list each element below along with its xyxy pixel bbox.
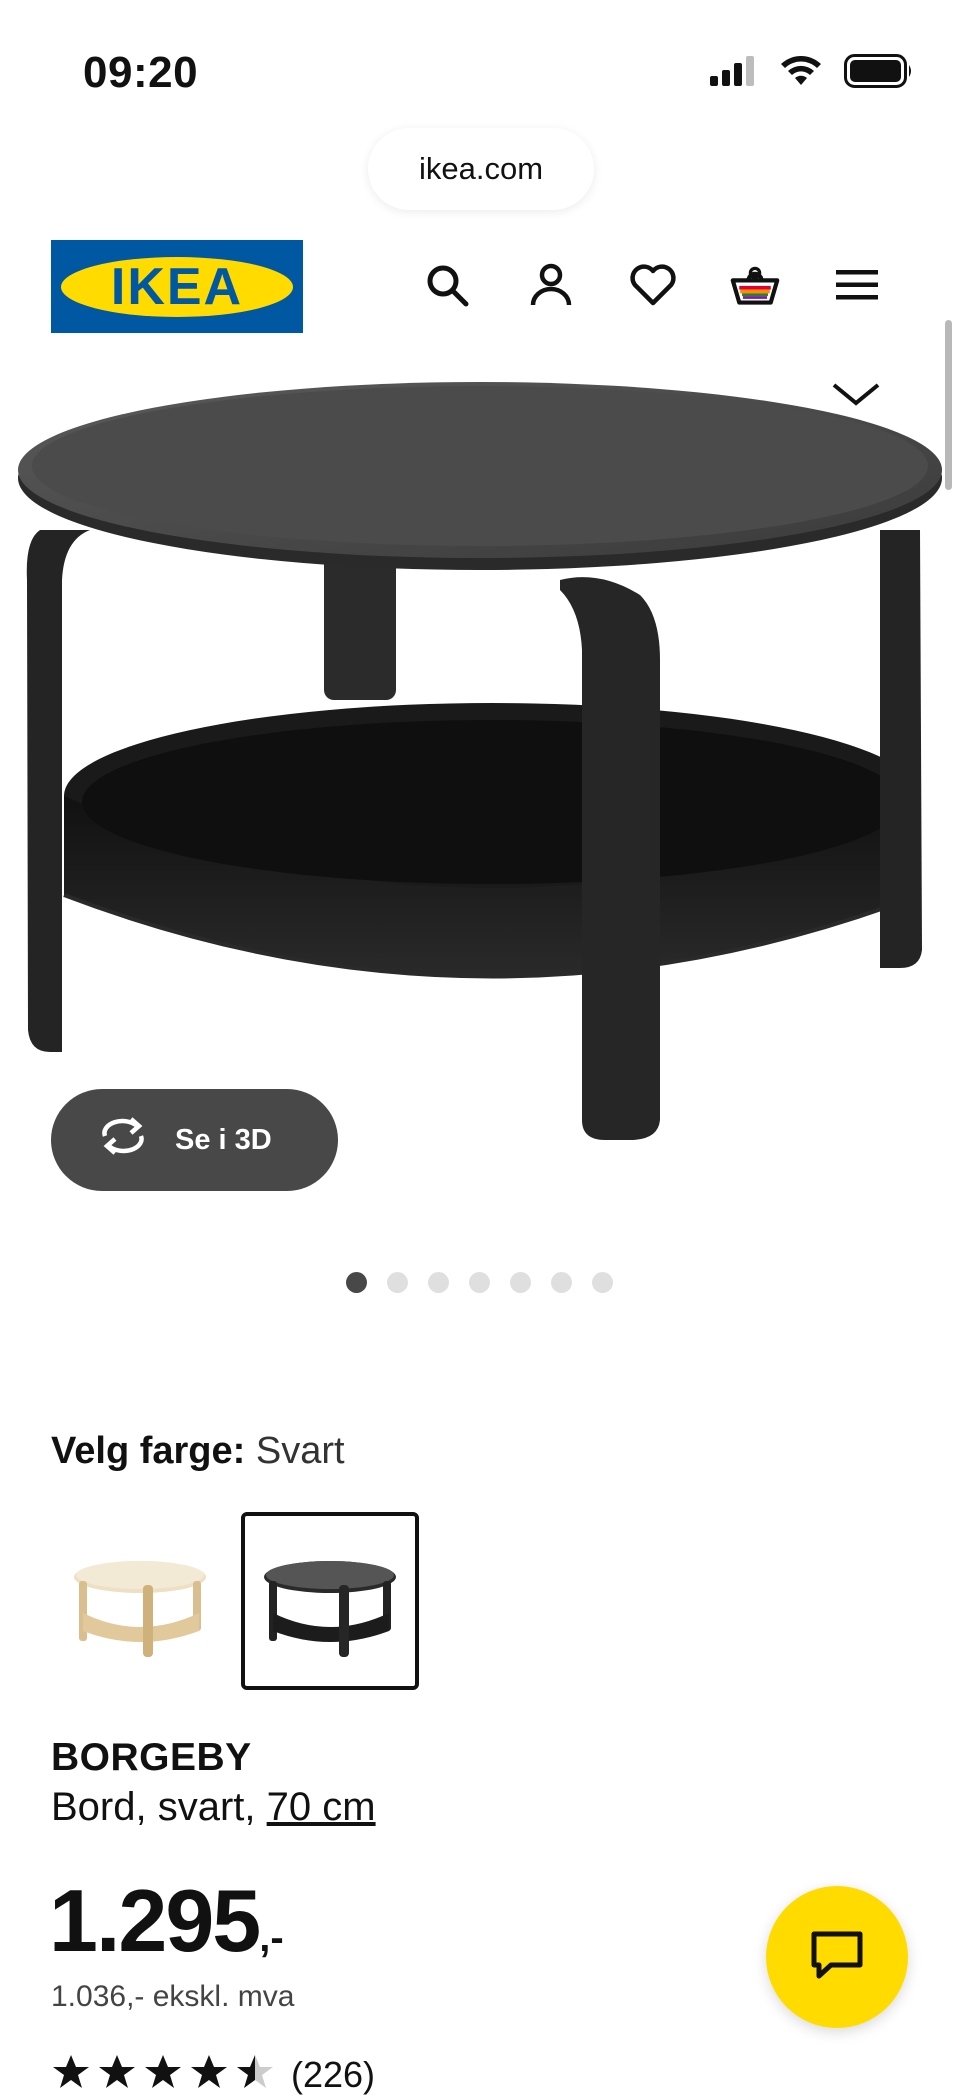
carousel-dots [346,1272,613,1293]
cart-icon[interactable] [730,260,780,310]
url-text: ikea.com [418,151,544,186]
chat-button[interactable] [766,1886,908,2028]
menu-icon[interactable] [832,260,882,310]
battery-icon [844,54,914,93]
half-star-icon [235,2053,275,2096]
price-main: 1.295 [49,1871,261,1970]
status-icons [710,54,914,93]
view-in-3d-label: Se i 3D [175,1123,272,1156]
carousel-dot[interactable] [428,1272,449,1293]
heart-icon[interactable] [628,260,678,310]
carousel-dot[interactable] [510,1272,531,1293]
product-rating[interactable]: (226) [51,2053,375,2096]
site-header: IKEA [0,230,960,340]
cellular-signal-icon [710,56,758,91]
carousel-dot[interactable] [551,1272,572,1293]
size-link[interactable]: 70 cm [267,1785,376,1829]
url-bar[interactable]: ikea.com [368,128,594,210]
search-icon[interactable] [422,260,472,310]
color-label-title: Velg farge: [51,1430,246,1472]
star-icon [51,2053,91,2096]
status-time: 09:20 [83,48,199,97]
account-icon[interactable] [526,260,576,310]
product-image[interactable] [0,340,960,1210]
carousel-dot[interactable] [346,1272,367,1293]
color-picker-label: Velg farge: Svart [51,1430,345,1473]
price-suffix: ,- [259,1916,284,1960]
rating-count: (226) [291,2053,376,2095]
chat-icon [809,1929,865,1986]
product-price: 1.295,- [49,1870,284,1972]
carousel-dot[interactable] [387,1272,408,1293]
color-label-value: Svart [255,1430,345,1472]
product-description-text: Bord, svart, [51,1785,256,1829]
chevron-down-icon[interactable] [826,375,886,415]
star-icon [143,2053,183,2096]
star-icon [97,2053,137,2096]
logo-oval: IKEA [61,256,293,317]
star-icon [189,2053,229,2096]
view-in-3d-button[interactable]: Se i 3D [51,1089,338,1191]
logo-text: IKEA [110,257,244,316]
rotate-3d-icon [97,1116,149,1164]
status-bar: 09:20 [0,0,960,130]
carousel-dot[interactable] [592,1272,613,1293]
ikea-logo[interactable]: IKEA [51,240,303,333]
carousel-dot[interactable] [469,1272,490,1293]
swatch-black[interactable] [241,1512,419,1690]
price-ex-vat: 1.036,- ekskl. mva [51,1980,295,2013]
product-description: Bord, svart, 70 cm [51,1785,376,1830]
swatch-birch[interactable] [51,1512,229,1690]
product-name: BORGEBY [51,1736,252,1779]
wifi-icon [780,55,822,92]
